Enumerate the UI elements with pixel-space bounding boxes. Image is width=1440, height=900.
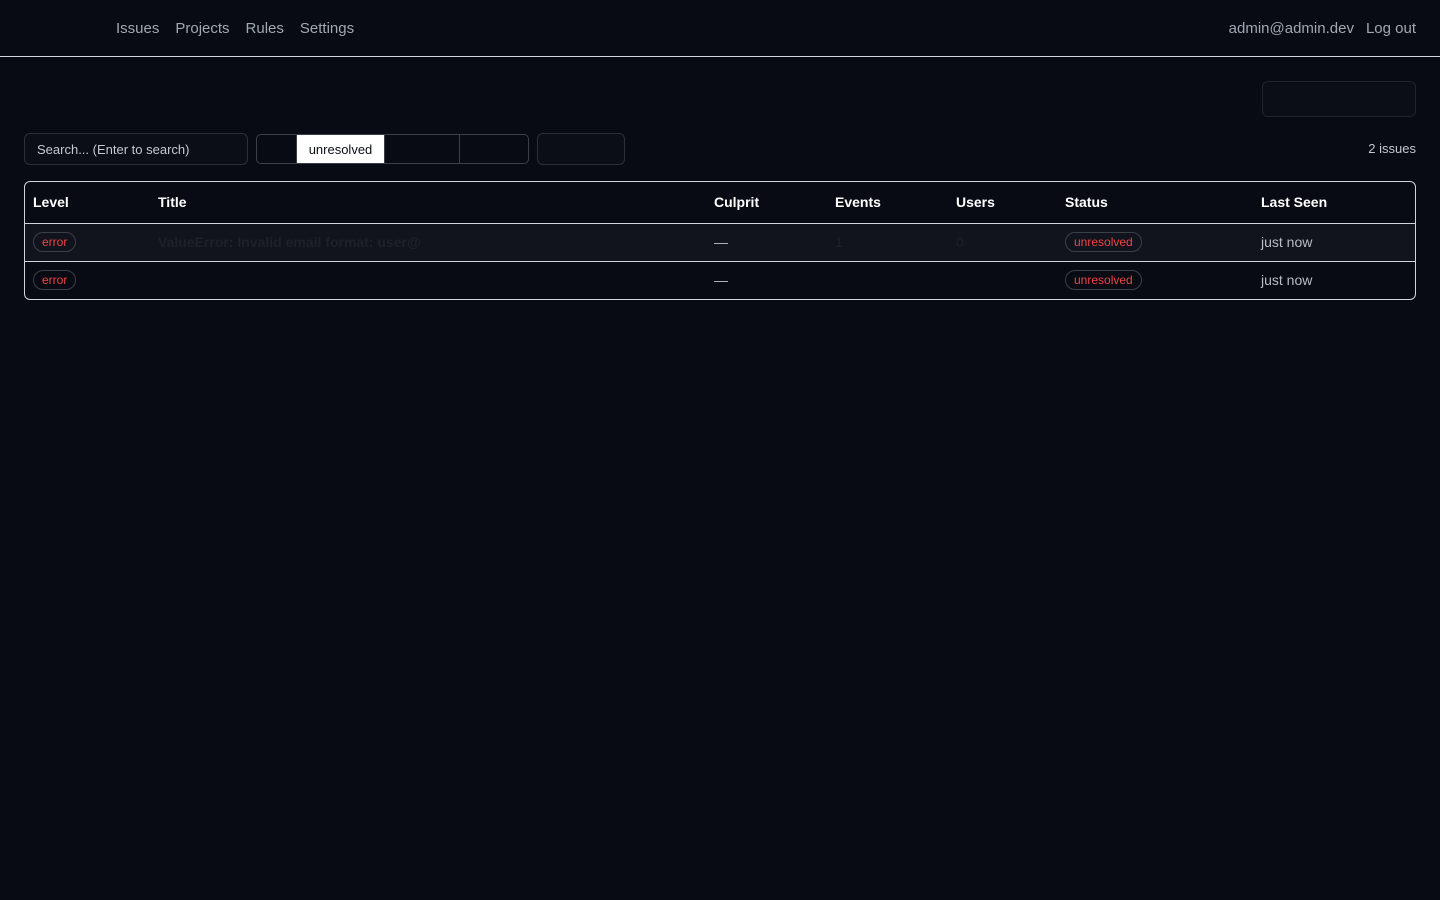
level-badge: error bbox=[33, 270, 77, 291]
column-header-title[interactable]: Title bbox=[150, 182, 706, 224]
level-cell: error bbox=[25, 223, 150, 262]
column-header-events[interactable]: Events bbox=[827, 182, 948, 224]
culprit-cell: — bbox=[706, 223, 827, 262]
column-header-last-seen[interactable]: Last Seen bbox=[1253, 182, 1415, 224]
status-cell: unresolved bbox=[1057, 261, 1253, 299]
nav-link-rules[interactable]: Rules bbox=[246, 20, 284, 37]
brand-logo[interactable] bbox=[24, 16, 96, 40]
column-header-culprit[interactable]: Culprit bbox=[706, 182, 827, 224]
status-cell: unresolved bbox=[1057, 223, 1253, 262]
issue-count: 2 issues bbox=[1368, 141, 1416, 156]
nav-link-issues[interactable]: Issues bbox=[116, 20, 159, 37]
user-email[interactable]: admin@admin.dev bbox=[1229, 20, 1354, 37]
nav-link-settings[interactable]: Settings bbox=[300, 20, 354, 37]
status-filter-all[interactable] bbox=[257, 135, 297, 163]
column-header-level[interactable]: Level bbox=[25, 182, 150, 224]
table-row[interactable]: error ValueError: Invalid email format: … bbox=[25, 223, 1415, 262]
filter-button[interactable] bbox=[537, 133, 625, 165]
column-header-users[interactable]: Users bbox=[948, 182, 1057, 224]
table-header-row: Level Title Culprit Events Users Status … bbox=[25, 182, 1415, 224]
status-filter-segmented-control: unresolved bbox=[256, 134, 529, 164]
level-cell: error bbox=[25, 261, 150, 299]
nav-links: Issues Projects Rules Settings bbox=[116, 0, 354, 56]
status-filter-ignored[interactable] bbox=[460, 135, 528, 163]
events-cell: 1 bbox=[827, 223, 948, 262]
column-header-status[interactable]: Status bbox=[1057, 182, 1253, 224]
nav-link-projects[interactable]: Projects bbox=[175, 20, 229, 37]
top-navigation: Issues Projects Rules Settings admin@adm… bbox=[0, 0, 1440, 57]
culprit-cell: — bbox=[714, 272, 728, 289]
last-seen-cell: just now bbox=[1253, 223, 1415, 262]
issue-title-link[interactable]: ValueError: Invalid email format: user@ bbox=[150, 223, 706, 262]
users-cell: 0 bbox=[948, 223, 1057, 262]
nav-account: admin@admin.dev Log out bbox=[1229, 0, 1416, 56]
events-cell bbox=[827, 261, 948, 299]
status-filter-resolved[interactable] bbox=[385, 135, 460, 163]
search-input[interactable] bbox=[24, 133, 248, 165]
issue-title-link[interactable] bbox=[150, 261, 706, 299]
status-filter-unresolved[interactable]: unresolved bbox=[297, 135, 385, 163]
level-badge: error bbox=[33, 232, 77, 252]
last-seen-cell: just now bbox=[1261, 272, 1313, 289]
users-cell bbox=[948, 261, 1057, 299]
logout-link[interactable]: Log out bbox=[1366, 20, 1416, 37]
header-action-button[interactable] bbox=[1262, 81, 1416, 117]
status-badge: unresolved bbox=[1065, 270, 1142, 291]
table-row[interactable]: error — unresolved just now bbox=[25, 261, 1415, 299]
status-badge: unresolved bbox=[1065, 232, 1142, 252]
issues-table: Level Title Culprit Events Users Status … bbox=[24, 181, 1416, 300]
